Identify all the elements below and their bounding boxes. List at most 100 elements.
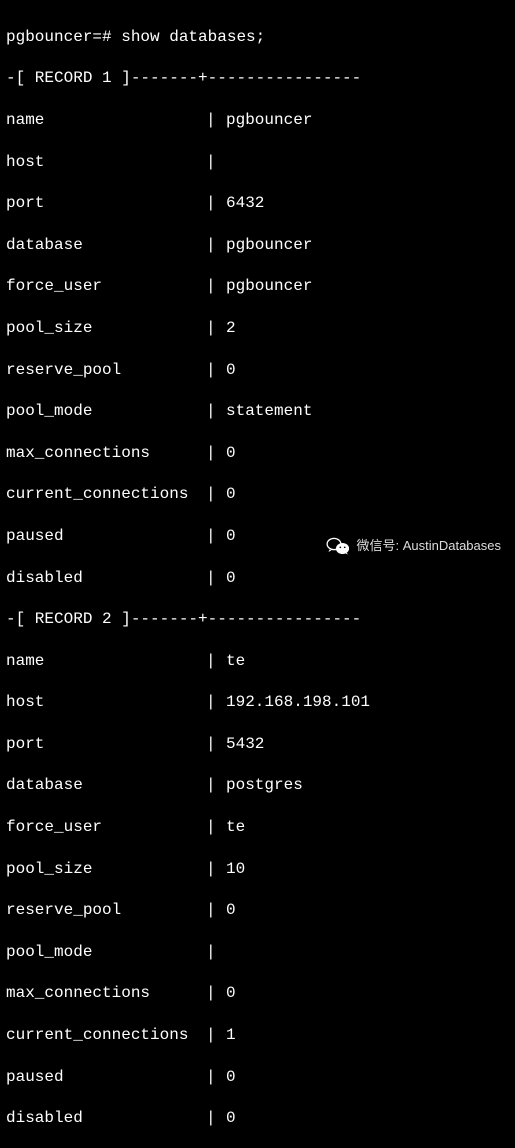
table-row: name|pgbouncer [6, 110, 509, 131]
column-separator: | [206, 692, 226, 713]
record-separator-text: -[ RECORD 2 ]-------+---------------- [6, 609, 361, 630]
field-value: pgbouncer [226, 276, 312, 297]
field-label: paused [6, 526, 206, 547]
field-label: disabled [6, 568, 206, 589]
field-label: host [6, 152, 206, 173]
field-label: paused [6, 1067, 206, 1088]
field-label: force_user [6, 276, 206, 297]
table-row: port|5432 [6, 734, 509, 755]
column-separator: | [206, 942, 226, 963]
terminal-output: pgbouncer=# show databases; -[ RECORD 1 … [6, 6, 509, 1148]
column-separator: | [206, 193, 226, 214]
field-label: database [6, 235, 206, 256]
column-separator: | [206, 318, 226, 339]
table-row: max_connections|0 [6, 443, 509, 464]
column-separator: | [206, 526, 226, 547]
table-row: max_connections|0 [6, 983, 509, 1004]
watermark: 微信号: AustinDatabases [326, 536, 501, 556]
field-value: statement [226, 401, 312, 422]
field-label: port [6, 193, 206, 214]
column-separator: | [206, 1067, 226, 1088]
field-value: 0 [226, 568, 236, 589]
field-value: postgres [226, 775, 303, 796]
field-label: pool_mode [6, 401, 206, 422]
table-row: reserve_pool|0 [6, 900, 509, 921]
table-row: current_connections|1 [6, 1025, 509, 1046]
column-separator: | [206, 360, 226, 381]
record-2-header: -[ RECORD 2 ]-------+---------------- [6, 609, 509, 630]
column-separator: | [206, 734, 226, 755]
column-separator: | [206, 276, 226, 297]
table-row: database|postgres [6, 775, 509, 796]
field-value: te [226, 817, 245, 838]
field-label: port [6, 734, 206, 755]
column-separator: | [206, 859, 226, 880]
column-separator: | [206, 775, 226, 796]
field-value: 0 [226, 1067, 236, 1088]
table-row: port|6432 [6, 193, 509, 214]
column-separator: | [206, 1025, 226, 1046]
watermark-colon: : [395, 538, 399, 553]
field-value: 0 [226, 443, 236, 464]
field-value: pgbouncer [226, 235, 312, 256]
field-label: current_connections [6, 1025, 206, 1046]
field-value: 0 [226, 900, 236, 921]
column-separator: | [206, 900, 226, 921]
table-row: force_user|te [6, 817, 509, 838]
field-value: pgbouncer [226, 110, 312, 131]
field-label: reserve_pool [6, 360, 206, 381]
field-value: te [226, 651, 245, 672]
field-value: 0 [226, 1108, 236, 1129]
field-value: 5432 [226, 734, 264, 755]
column-separator: | [206, 110, 226, 131]
field-label: pool_size [6, 318, 206, 339]
watermark-text: 微信号: AustinDatabases [356, 538, 501, 555]
table-row: host|192.168.198.101 [6, 692, 509, 713]
column-separator: | [206, 568, 226, 589]
field-label: reserve_pool [6, 900, 206, 921]
table-row: pool_mode|statement [6, 401, 509, 422]
column-separator: | [206, 1108, 226, 1129]
field-value: 10 [226, 859, 245, 880]
sql-prompt: pgbouncer=# show databases; [6, 27, 509, 48]
field-value: 6432 [226, 193, 264, 214]
table-row: pool_size|10 [6, 859, 509, 880]
watermark-value: AustinDatabases [403, 538, 501, 553]
table-row: database|pgbouncer [6, 235, 509, 256]
field-value: 0 [226, 360, 236, 381]
column-separator: | [206, 983, 226, 1004]
field-value: 1 [226, 1025, 236, 1046]
table-row: pool_mode| [6, 942, 509, 963]
field-value: 2 [226, 318, 236, 339]
table-row: current_connections|0 [6, 484, 509, 505]
field-label: max_connections [6, 443, 206, 464]
field-label: database [6, 775, 206, 796]
table-row: force_user|pgbouncer [6, 276, 509, 297]
field-label: name [6, 110, 206, 131]
field-label: force_user [6, 817, 206, 838]
field-label: host [6, 692, 206, 713]
field-value: 0 [226, 526, 236, 547]
prompt-text: pgbouncer=# show databases; [6, 27, 265, 48]
field-label: disabled [6, 1108, 206, 1129]
column-separator: | [206, 152, 226, 173]
table-row: paused|0 [6, 1067, 509, 1088]
column-separator: | [206, 817, 226, 838]
table-row: disabled|0 [6, 1108, 509, 1129]
column-separator: | [206, 235, 226, 256]
column-separator: | [206, 651, 226, 672]
field-label: max_connections [6, 983, 206, 1004]
field-value: 192.168.198.101 [226, 692, 370, 713]
table-row: reserve_pool|0 [6, 360, 509, 381]
column-separator: | [206, 484, 226, 505]
field-label: pool_size [6, 859, 206, 880]
field-label: current_connections [6, 484, 206, 505]
field-value: 0 [226, 983, 236, 1004]
table-row: host| [6, 152, 509, 173]
wechat-icon [326, 536, 350, 556]
field-value: 0 [226, 484, 236, 505]
field-label: pool_mode [6, 942, 206, 963]
record-1-header: -[ RECORD 1 ]-------+---------------- [6, 68, 509, 89]
column-separator: | [206, 401, 226, 422]
record-separator-text: -[ RECORD 1 ]-------+---------------- [6, 68, 361, 89]
